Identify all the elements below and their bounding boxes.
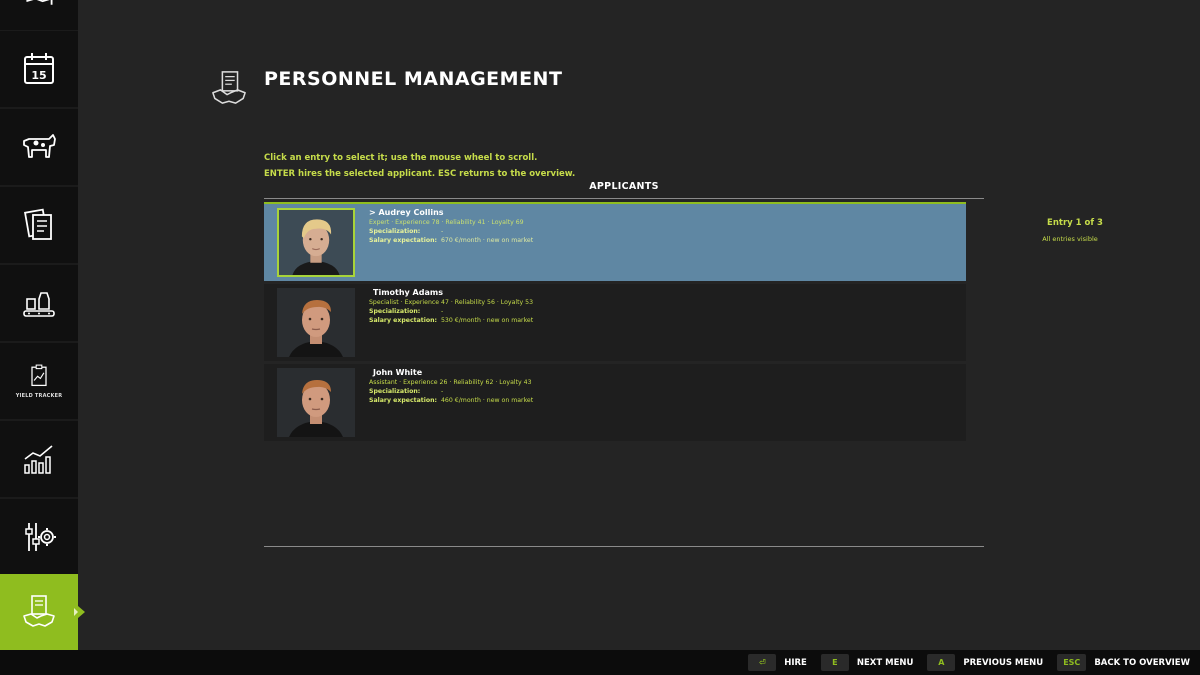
applicant-salary: Salary expectation: 530 €/month · new on… (369, 317, 534, 324)
list-bottom-divider (264, 546, 984, 547)
sidebar-item-statistics[interactable] (0, 421, 78, 497)
man-portrait-icon (277, 288, 355, 357)
active-indicator-inner (74, 608, 78, 616)
applicant-specialization: Specialization: - (369, 308, 444, 315)
instructions: Click an entry to select it; use the mou… (264, 150, 575, 182)
settings-icon (25, 523, 56, 551)
instruction-line-2: ENTER hires the selected applicant. ESC … (264, 169, 576, 179)
calendar-day: 15 (31, 69, 46, 82)
applicant-stats: Assistant · Experience 26 · Reliability … (369, 379, 532, 386)
next-menu-action[interactable]: E NEXT MENU (820, 654, 914, 671)
next-menu-label: NEXT MENU (856, 657, 914, 668)
contracts-icon (24, 208, 52, 240)
instruction-line-1: Click an entry to select it; use the mou… (264, 153, 538, 163)
cow-icon (23, 134, 56, 158)
sidebar-item-yield-tracker[interactable]: YIELD TRACKER (0, 343, 78, 419)
hire-label: HIRE (784, 657, 807, 668)
sidebar-item-production[interactable] (0, 265, 78, 341)
handshake-contract-icon (212, 71, 246, 104)
applicant-portrait (277, 368, 355, 437)
applicant-name: Timothy Adams (373, 288, 443, 297)
sidebar-item-contracts[interactable] (0, 187, 78, 263)
active-indicator (78, 606, 85, 618)
previous-menu-label: PREVIOUS MENU (963, 657, 1044, 668)
back-to-overview-action[interactable]: ESC BACK TO OVERVIEW (1057, 654, 1190, 671)
applicant-name: > Audrey Collins (369, 208, 444, 217)
applicant-portrait (277, 208, 355, 277)
applicant-row[interactable]: John White Assistant · Experience 26 · R… (264, 364, 966, 441)
a-key: A (927, 654, 956, 671)
applicant-row[interactable]: Timothy Adams Specialist · Experience 47… (264, 284, 966, 361)
calendar-icon: 15 (24, 53, 54, 84)
e-key: E (820, 654, 849, 671)
yield-tracker-label: YIELD TRACKER (15, 393, 63, 399)
entry-counter: Entry 1 of 3 (1047, 218, 1103, 228)
yield-tracker-icon (31, 364, 47, 387)
applicant-info: John White Assistant · Experience 26 · R… (369, 368, 533, 406)
applicant-stats: Expert · Experience 78 · Reliability 41 … (369, 219, 524, 226)
personnel-icon (23, 595, 55, 627)
back-to-overview-label: BACK TO OVERVIEW (1094, 657, 1190, 668)
hire-action[interactable]: ⏎ HIRE (748, 654, 807, 671)
sidebar-item-animals[interactable] (0, 109, 78, 185)
applicant-salary: Salary expectation: 670 €/month · new on… (369, 237, 534, 244)
sidebar: 15 YIELD TRACKER (0, 0, 85, 650)
statistics-icon (24, 445, 53, 474)
map-icon (26, 0, 53, 5)
applicant-info: > Audrey Collins Expert · Experience 78 … (369, 208, 533, 246)
applicant-portrait (277, 288, 355, 357)
applicant-stats: Specialist · Experience 47 · Reliability… (369, 299, 534, 306)
applicant-specialization: Specialization: - (369, 388, 444, 395)
bottom-action-bar: ⏎ HIRE E NEXT MENU A PREVIOUS MENU ESC B… (0, 650, 1200, 675)
previous-menu-action[interactable]: A PREVIOUS MENU (927, 654, 1043, 671)
esc-key: ESC (1057, 654, 1087, 671)
applicant-salary: Salary expectation: 460 €/month · new on… (369, 397, 534, 404)
enter-key-icon: ⏎ (748, 654, 777, 671)
entries-visible-note: All entries visible (1042, 235, 1098, 243)
section-title: APPLICANTS (589, 181, 659, 192)
sidebar-item-settings[interactable] (0, 499, 78, 575)
applicant-list[interactable]: > Audrey Collins Expert · Experience 78 … (264, 202, 966, 444)
woman-portrait-icon (279, 210, 353, 275)
sidebar-item-calendar[interactable]: 15 (0, 31, 78, 107)
applicant-specialization: Specialization: - (369, 228, 444, 235)
applicant-info: Timothy Adams Specialist · Experience 47… (369, 288, 533, 326)
page-title: PERSONNEL MANAGEMENT (264, 68, 563, 90)
sidebar-item-personnel[interactable] (0, 574, 85, 650)
man-portrait-icon (277, 368, 355, 437)
production-icon (23, 292, 55, 317)
list-top-divider (264, 198, 984, 199)
applicant-name: John White (373, 368, 423, 377)
applicant-row[interactable]: > Audrey Collins Expert · Experience 78 … (264, 202, 966, 281)
sidebar-item-map[interactable] (0, 0, 78, 30)
